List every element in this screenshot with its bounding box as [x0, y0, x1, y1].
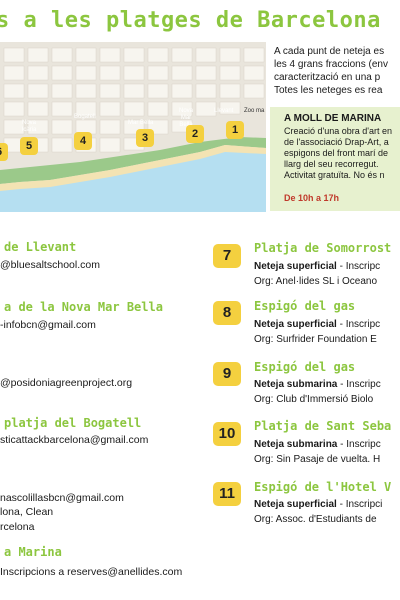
entry-8-type: Neteja superficial — [254, 319, 337, 330]
intro-line: caracterització en una p — [274, 72, 381, 83]
map-marker-4: 4 — [74, 132, 92, 150]
entry-7-inscr: - Inscripc — [336, 261, 381, 272]
map-marker-5: 5 — [20, 137, 38, 155]
entry-10-badge: 10 — [213, 422, 241, 446]
entry-11-badge: 11 — [213, 482, 241, 506]
entry-8-type-line: Neteja superficial - Inscripc — [254, 319, 380, 330]
intro-text: A cada punt de neteja es les 4 grans fra… — [274, 45, 400, 97]
entry-10-title: Platja de Sant Seba — [254, 419, 392, 433]
left-entry-2-title: a de la Nova Mar Bella — [4, 300, 163, 314]
left-entry-6-contact[interactable]: Inscripcions a reserves@anellides.com — [0, 566, 182, 578]
left-entry-6-title: a Marina — [4, 545, 62, 559]
map-label-nova-icaria: Nova Icària — [21, 120, 37, 133]
entry-9-title: Espigó del gas — [254, 360, 356, 374]
left-entry-1-contact[interactable]: @bluesaltschool.com — [0, 259, 100, 271]
beach-map: Llevant Zoo ma Nova Mar Bella Mar Bella … — [0, 42, 266, 212]
moll-line: espigons del front marí de — [284, 148, 389, 158]
entry-8-badge: 8 — [213, 301, 241, 325]
map-marker-3: 3 — [136, 129, 154, 147]
entry-7-type: Neteja superficial — [254, 261, 337, 272]
entry-10-inscr: - Inscripc — [337, 439, 381, 450]
left-entry-5-line: lona, Clean — [0, 506, 54, 518]
moll-time: De 10h a 17h — [284, 193, 340, 203]
entry-9-badge: 9 — [213, 362, 241, 386]
left-entry-1-title: de Llevant — [4, 240, 77, 254]
entry-11-org: Org: Assoc. d'Estudiants de — [254, 514, 377, 525]
entry-11-inscr: - Inscripci — [336, 499, 383, 510]
map-marker-2: 2 — [186, 125, 204, 143]
intro-line: les 4 grans fraccions (env — [274, 59, 388, 70]
entry-9-inscr: - Inscripc — [337, 379, 381, 390]
entry-10-type-line: Neteja submarina - Inscripc — [254, 439, 381, 450]
entry-10-type: Neteja submarina — [254, 439, 338, 450]
left-entry-2-contact[interactable]: -infobcn@gmail.com — [0, 319, 96, 331]
map-marker-1: 1 — [226, 121, 244, 139]
entry-10-org: Org: Sin Pasaje de vuelta. H — [254, 454, 381, 465]
intro-line: Totes les neteges es rea — [274, 85, 383, 96]
entry-7-type-line: Neteja superficial - Inscripc — [254, 261, 380, 272]
left-entry-3-contact[interactable]: @posidoniagreenproject.org — [0, 377, 132, 389]
left-entry-4-contact[interactable]: sticattackbarcelona@gmail.com — [0, 434, 148, 446]
moll-line: Creació d'una obra d'art en — [284, 126, 393, 136]
map-label-zoo: Zoo ma — [244, 108, 265, 114]
entry-11-type: Neteja superficial — [254, 499, 337, 510]
left-entry-5-contact[interactable]: nascolillasbcn@gmail.com — [0, 492, 124, 504]
entry-8-org: Org: Surfrider Foundation E — [254, 334, 377, 345]
entry-8-inscr: - Inscripc — [336, 319, 381, 330]
entry-11-type-line: Neteja superficial - Inscripci — [254, 499, 382, 510]
entry-9-org: Org: Club d'Immersió Biolo — [254, 394, 374, 405]
entry-11-title: Espigó de l'Hotel V — [254, 480, 392, 494]
left-entry-5-line: rcelona — [0, 521, 35, 533]
map-label-bogatell: Bogatell — [74, 114, 96, 120]
moll-title: A MOLL DE MARINA — [284, 113, 382, 124]
entry-9-type-line: Neteja submarina - Inscripc — [254, 379, 381, 390]
intro-line: A cada punt de neteja es — [274, 46, 385, 57]
map-label-mar-bella: Mar Bella — [128, 120, 154, 126]
entry-7-badge: 7 — [213, 244, 241, 268]
page-title: s a les platges de Barcelona — [0, 8, 381, 33]
entry-7-org: Org: Anel·lides SL i Oceano — [254, 276, 378, 287]
moll-line: llarg del seu recorregut. — [284, 159, 379, 169]
moll-line: de l'associació Drap-Art, a — [284, 137, 389, 147]
moll-body: Creació d'una obra d'art en de l'associa… — [284, 126, 392, 181]
map-marker-6: 6 — [0, 143, 8, 161]
entry-8-title: Espigó del gas — [254, 299, 356, 313]
map-label-llevant: Llevant — [214, 108, 234, 114]
moll-de-marina-box: A MOLL DE MARINA Creació d'una obra d'ar… — [270, 107, 400, 211]
entry-9-type: Neteja submarina — [254, 379, 338, 390]
entry-7-title: Platja de Somorrost — [254, 241, 392, 255]
left-entry-4-title: platja del Bogatell — [4, 416, 142, 430]
moll-line: Activitat gratuïta. No és n — [284, 170, 385, 180]
